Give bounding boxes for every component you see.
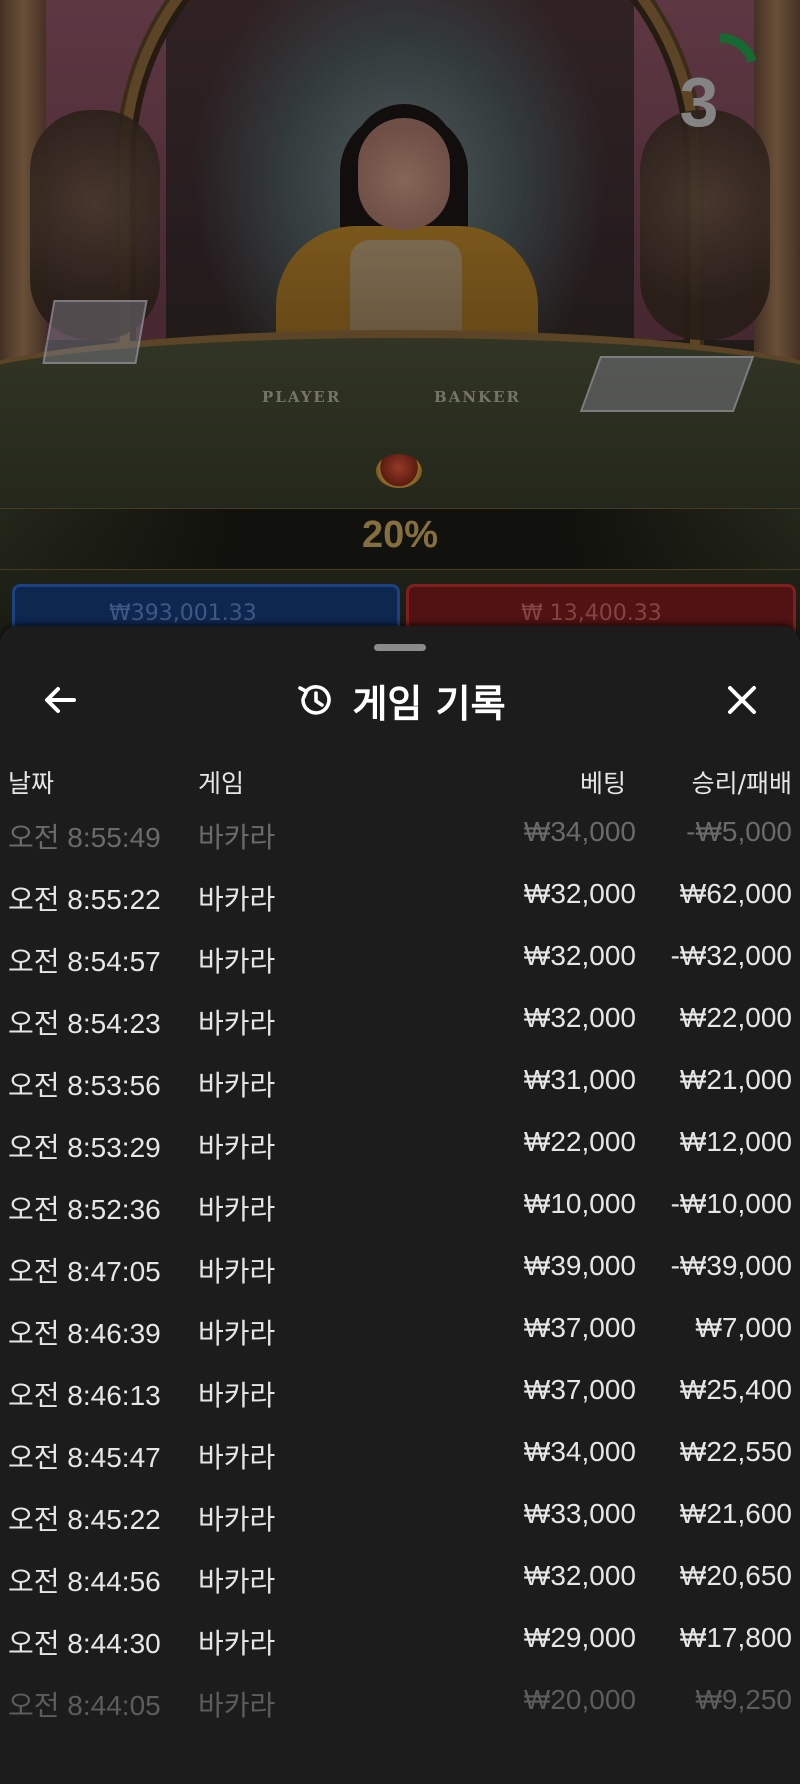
row-game: 바카라: [198, 1256, 276, 1287]
row-bet: ₩32,000: [523, 1002, 636, 1033]
row-win-loss: ₩17,800: [679, 1622, 792, 1653]
row-date: 오전 8:45:47: [8, 1442, 161, 1473]
row-game: 바카라: [198, 1628, 276, 1659]
row-bet: ₩31,000: [523, 1064, 636, 1095]
row-date: 오전 8:46:39: [8, 1318, 161, 1349]
history-row[interactable]: 오전 8:47:05 바카라 ₩39,000 -₩39,000: [0, 1236, 800, 1298]
row-win-loss: ₩21,600: [679, 1498, 792, 1529]
row-bet: ₩32,000: [523, 940, 636, 971]
video-dim-overlay: [0, 0, 800, 640]
row-win-loss: ₩9,250: [695, 1684, 793, 1715]
history-row[interactable]: 오전 8:55:22 바카라 ₩32,000 ₩62,000: [0, 864, 800, 926]
row-win-loss: ₩22,550: [679, 1436, 792, 1467]
row-date: 오전 8:54:23: [8, 1008, 161, 1039]
history-row[interactable]: 오전 8:55:49 바카라 ₩34,000 -₩5,000: [0, 802, 800, 864]
row-date: 오전 8:44:05: [8, 1690, 161, 1721]
row-game: 바카라: [198, 884, 276, 915]
column-header-game: 게임: [198, 769, 245, 798]
history-clock-icon: [298, 685, 332, 715]
row-date: 오전 8:46:13: [8, 1380, 161, 1411]
row-date: 오전 8:47:05: [8, 1256, 161, 1287]
history-row[interactable]: 오전 8:44:05 바카라 ₩20,000 ₩9,250: [0, 1670, 800, 1732]
row-bet: ₩20,000: [523, 1684, 636, 1715]
history-list[interactable]: 오전 8:55:49 바카라 ₩34,000 -₩5,000 오전 8:55:22 바카라…: [0, 802, 800, 1732]
column-header-bet: 베팅: [579, 769, 626, 798]
row-game: 바카라: [198, 1442, 276, 1473]
history-row[interactable]: 오전 8:46:13 바카라 ₩37,000 ₩25,400: [0, 1360, 800, 1422]
history-row[interactable]: 오전 8:54:57 바카라 ₩32,000 -₩32,000: [0, 926, 800, 988]
row-game: 바카라: [198, 1318, 276, 1349]
row-win-loss: ₩21,000: [679, 1064, 792, 1095]
row-win-loss: ₩22,000: [679, 1002, 792, 1033]
row-game: 바카라: [198, 1194, 276, 1225]
row-win-loss: ₩62,000: [679, 878, 792, 909]
history-row[interactable]: 오전 8:46:39 바카라 ₩37,000 ₩7,000: [0, 1298, 800, 1360]
sheet-header: 게임 기록: [0, 670, 800, 730]
row-date: 오전 8:45:22: [8, 1504, 161, 1535]
row-win-loss: -₩5,000: [686, 816, 792, 847]
close-button[interactable]: [714, 672, 770, 728]
history-row[interactable]: 오전 8:44:30 바카라 ₩29,000 ₩17,800: [0, 1608, 800, 1670]
row-game: 바카라: [198, 1070, 276, 1101]
history-row[interactable]: 오전 8:45:22 바카라 ₩33,000 ₩21,600: [0, 1484, 800, 1546]
row-win-loss: -₩32,000: [670, 940, 792, 971]
history-row[interactable]: 오전 8:45:47 바카라 ₩34,000 ₩22,550: [0, 1422, 800, 1484]
row-date: 오전 8:44:56: [8, 1566, 161, 1597]
history-row[interactable]: 오전 8:53:29 바카라 ₩22,000 ₩12,000: [0, 1112, 800, 1174]
row-win-loss: -₩10,000: [670, 1188, 792, 1219]
row-game: 바카라: [198, 1132, 276, 1163]
row-date: 오전 8:55:22: [8, 884, 161, 915]
row-win-loss: -₩39,000: [670, 1250, 792, 1281]
close-x-icon: [728, 686, 756, 714]
row-date: 오전 8:53:56: [8, 1070, 161, 1101]
row-date: 오전 8:53:29: [8, 1132, 161, 1163]
row-bet: ₩32,000: [523, 878, 636, 909]
row-game: 바카라: [198, 1008, 276, 1039]
row-date: 오전 8:44:30: [8, 1628, 161, 1659]
row-bet: ₩39,000: [523, 1250, 636, 1281]
row-win-loss: ₩7,000: [695, 1312, 793, 1343]
row-bet: ₩37,000: [523, 1374, 636, 1405]
row-bet: ₩22,000: [523, 1126, 636, 1157]
column-header-date: 날짜: [8, 769, 55, 798]
live-dealer-video: PLAYER BANKER 3 20% ₩393,001.33 ₩ 13,400…: [0, 0, 800, 640]
sheet-title: 게임 기록: [352, 681, 506, 726]
sheet-drag-handle[interactable]: [374, 644, 426, 651]
row-bet: ₩29,000: [523, 1622, 636, 1653]
history-row[interactable]: 오전 8:52:36 바카라 ₩10,000 -₩10,000: [0, 1174, 800, 1236]
game-history-sheet: 게임 기록 날짜 게임 베팅 승리/패배 오전 8:55:49 바카라 ₩34,00…: [0, 626, 800, 1784]
row-bet: ₩33,000: [523, 1498, 636, 1529]
row-game: 바카라: [198, 1380, 276, 1411]
row-bet: ₩10,000: [523, 1188, 636, 1219]
row-game: 바카라: [198, 822, 276, 853]
row-win-loss: ₩12,000: [679, 1126, 792, 1157]
row-game: 바카라: [198, 1690, 276, 1721]
row-game: 바카라: [198, 1504, 276, 1535]
row-bet: ₩37,000: [523, 1312, 636, 1343]
row-bet: ₩34,000: [523, 816, 636, 847]
history-row[interactable]: 오전 8:54:23 바카라 ₩32,000 ₩22,000: [0, 988, 800, 1050]
row-date: 오전 8:52:36: [8, 1194, 161, 1225]
row-win-loss: ₩20,650: [679, 1560, 792, 1591]
row-game: 바카라: [198, 1566, 276, 1597]
row-date: 오전 8:55:49: [8, 822, 161, 853]
history-row[interactable]: 오전 8:53:56 바카라 ₩31,000 ₩21,000: [0, 1050, 800, 1112]
column-header-win-loss: 승리/패배: [691, 769, 792, 798]
row-game: 바카라: [198, 946, 276, 977]
history-row[interactable]: 오전 8:44:56 바카라 ₩32,000 ₩20,650: [0, 1546, 800, 1608]
row-date: 오전 8:54:57: [8, 946, 161, 977]
row-bet: ₩32,000: [523, 1560, 636, 1591]
row-win-loss: ₩25,400: [679, 1374, 792, 1405]
row-bet: ₩34,000: [523, 1436, 636, 1467]
